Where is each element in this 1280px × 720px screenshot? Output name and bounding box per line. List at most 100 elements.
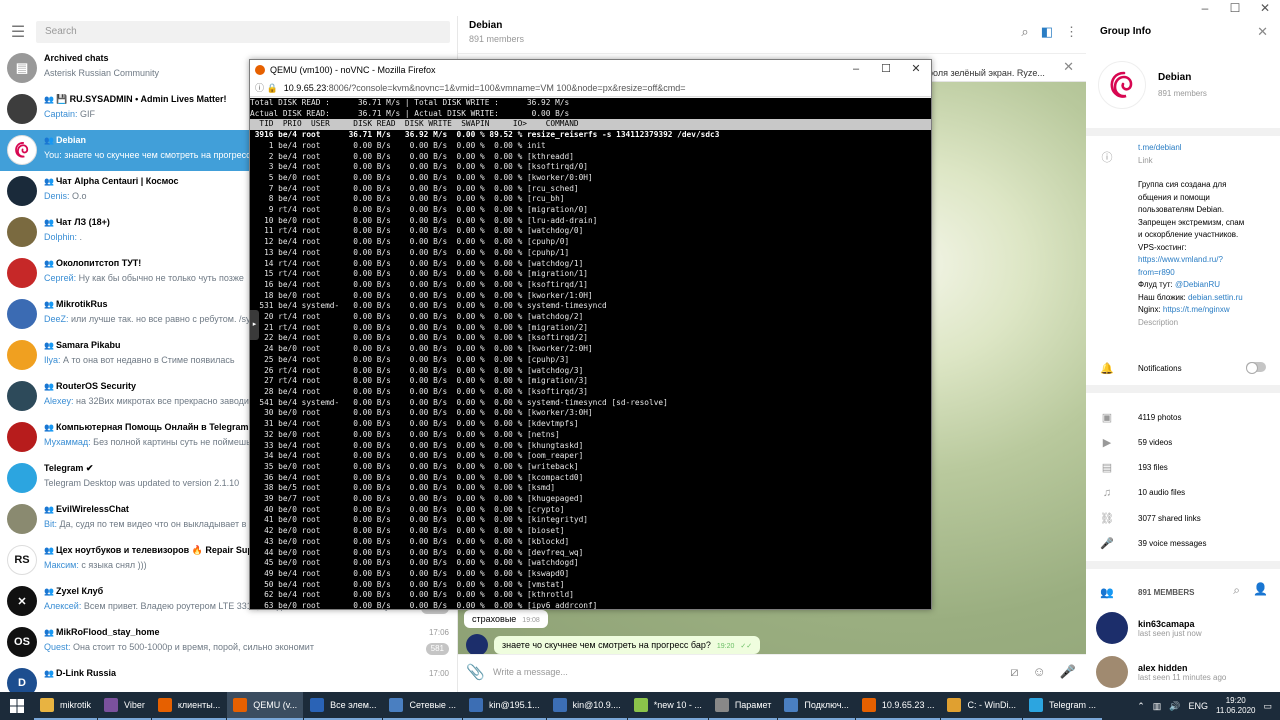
taskbar-item-label: C: - WinDi... xyxy=(967,700,1016,710)
chat-list-item[interactable]: OS 👥 MikRoFlood_stay_home Quest: Она стоит … xyxy=(0,622,457,663)
novnc-console[interactable]: Total DISK READ : 36.71 M/s | Total DISK… xyxy=(250,98,931,609)
avatar[interactable] xyxy=(7,504,37,534)
search-input[interactable]: Search xyxy=(36,21,450,43)
windows-start-icon[interactable] xyxy=(0,692,34,720)
site-info-icon[interactable]: ⓘ 🔒 xyxy=(255,81,278,94)
taskbar-item[interactable]: mikrotik xyxy=(34,692,97,720)
close-icon[interactable]: ✕ xyxy=(1257,24,1268,40)
microphone-icon[interactable]: 🎤 xyxy=(1060,664,1076,680)
taskbar-item[interactable]: Сетевые ... xyxy=(383,692,462,720)
language-indicator[interactable]: ENG xyxy=(1189,701,1209,711)
avatar[interactable] xyxy=(1096,612,1128,644)
clock-time: 19:20 xyxy=(1225,696,1246,705)
taskbar-item[interactable]: Парамет xyxy=(708,692,778,720)
chat-preview-sender: Максим: xyxy=(44,560,79,570)
taskbar-item[interactable]: Все элем... xyxy=(304,692,383,720)
search-icon[interactable]: ⌕ xyxy=(1233,583,1240,598)
blog-link[interactable]: debian.settin.ru xyxy=(1188,293,1243,302)
media-row[interactable]: 🎤 39 voice messages xyxy=(1100,537,1206,550)
taskbar-item[interactable]: 10.9.65.23 ... xyxy=(855,692,941,720)
group-link[interactable]: t.me/debianl xyxy=(1138,142,1268,155)
nginx-link[interactable]: https://t.me/nginxw xyxy=(1163,305,1230,314)
novnc-control-handle[interactable]: ▸ xyxy=(250,310,259,340)
firefox-titlebar[interactable]: QEMU (vm100) - noVNC - Mozilla Firefox –… xyxy=(250,60,931,79)
media-row[interactable]: ▣ 4119 photos xyxy=(1100,411,1182,424)
vps-link[interactable]: https://www.vmland.ru/?from=r890 xyxy=(1138,254,1238,279)
commands-icon[interactable]: ⧄ xyxy=(1010,664,1018,680)
iotop-process-row: 45 be/0 root 0.00 B/s 0.00 B/s 0.00 % 0.… xyxy=(250,558,579,568)
member-row[interactable]: kin63camapa last seen just now xyxy=(1096,612,1202,644)
taskbar-item[interactable]: C: - WinDi... xyxy=(941,692,1022,720)
flood-link[interactable]: @DebianRU xyxy=(1175,280,1220,289)
tray-chevron-icon[interactable]: ⌃ xyxy=(1137,701,1145,712)
volume-icon[interactable]: 🔊 xyxy=(1169,701,1180,712)
maximize-icon[interactable]: ☐ xyxy=(871,60,901,78)
notifications-toggle[interactable] xyxy=(1246,362,1266,374)
avatar[interactable]: RS xyxy=(7,545,37,575)
media-row[interactable]: ▶ 59 videos xyxy=(1100,436,1172,449)
pinned-message-text[interactable]: роля зелёный экран. Ryze... xyxy=(928,68,1048,78)
avatar[interactable] xyxy=(1096,656,1128,688)
avatar[interactable] xyxy=(1098,61,1146,109)
hamburger-menu-icon[interactable]: ☰ xyxy=(0,22,36,42)
add-member-icon[interactable]: 👤 xyxy=(1253,582,1268,596)
taskbar-item[interactable]: *new 10 - ... xyxy=(627,692,708,720)
avatar[interactable] xyxy=(7,340,37,370)
attach-icon[interactable]: 📎 xyxy=(466,663,485,681)
avatar[interactable] xyxy=(7,135,37,165)
chat-preview-text: Без полной картины суть не поймешь xyxy=(93,437,251,447)
media-row[interactable]: ▤ 193 files xyxy=(1100,461,1168,474)
message-input[interactable]: Write a message... xyxy=(493,667,568,677)
taskbar-item-label: Подключ... xyxy=(804,700,849,710)
taskbar-item[interactable]: kin@195.1... xyxy=(462,692,546,720)
avatar[interactable] xyxy=(7,94,37,124)
group-icon: 👥 xyxy=(44,505,54,514)
taskbar-item[interactable]: QEMU (v... xyxy=(227,692,304,720)
more-icon[interactable]: ⋮ xyxy=(1065,24,1078,40)
notifications-icon[interactable]: ▭ xyxy=(1263,701,1272,712)
taskbar-item[interactable]: kin@10.9.... xyxy=(546,692,627,720)
url-bar[interactable]: ⓘ 🔒 10.9.65.23:8006/?console=kvm&novnc=1… xyxy=(250,79,931,97)
search-icon[interactable]: ⌕ xyxy=(1021,24,1028,40)
sidebar-toggle-icon[interactable]: ◧ xyxy=(1041,24,1053,40)
avatar[interactable] xyxy=(7,381,37,411)
notifications-row[interactable]: 🔔 Notifications xyxy=(1100,362,1181,375)
avatar[interactable] xyxy=(466,634,488,656)
avatar[interactable]: ✕ xyxy=(7,586,37,616)
close-icon[interactable]: ✕ xyxy=(1063,59,1074,75)
network-icon[interactable]: ▥ xyxy=(1153,701,1162,712)
avatar[interactable] xyxy=(7,258,37,288)
message-bubble[interactable]: страховые 19:08 xyxy=(464,610,548,628)
chat-preview: Quest: Она стоит то 500-1000р и время, п… xyxy=(44,640,449,654)
taskbar-item[interactable]: Telegram ... xyxy=(1022,692,1102,720)
emoji-icon[interactable]: ☺ xyxy=(1033,664,1046,680)
taskbar-item[interactable]: Подключ... xyxy=(778,692,855,720)
chat-item-body: 👥 MikRoFlood_stay_home Quest: Она стоит то… xyxy=(44,622,457,663)
avatar[interactable] xyxy=(7,299,37,329)
chat-title[interactable]: Debian xyxy=(469,20,502,31)
avatar[interactable]: OS xyxy=(7,627,37,657)
chat-list-item[interactable]: D 👥 D-Link Russia 17:00 xyxy=(0,663,457,692)
maximize-icon[interactable]: ☐ xyxy=(1220,0,1250,16)
chat-time: 17:00 xyxy=(428,669,449,678)
taskbar-item[interactable]: клиенты... xyxy=(151,692,227,720)
clock[interactable]: 19:20 11.06.2020 xyxy=(1216,696,1255,716)
taskbar-item[interactable]: Viber xyxy=(98,692,151,720)
avatar-initials: OS xyxy=(14,636,30,648)
avatar[interactable] xyxy=(7,463,37,493)
avatar[interactable]: ▤ xyxy=(7,53,37,83)
close-icon[interactable]: ✕ xyxy=(1250,0,1280,16)
message-bubble-outgoing[interactable]: знаете чо скучнее чем смотреть на прогре… xyxy=(494,636,761,654)
avatar[interactable] xyxy=(7,176,37,206)
close-icon[interactable]: ✕ xyxy=(901,60,931,78)
member-row[interactable]: alex hidden last seen 11 minutes ago xyxy=(1096,656,1226,688)
iotop-process-row: 25 be/4 root 0.00 B/s 0.00 B/s 0.00 % 0.… xyxy=(250,354,570,364)
media-row[interactable]: ⛓ 3077 shared links xyxy=(1100,512,1201,525)
avatar[interactable] xyxy=(7,422,37,452)
avatar[interactable]: D xyxy=(7,668,37,692)
avatar[interactable] xyxy=(7,217,37,247)
minimize-icon[interactable]: – xyxy=(841,60,871,78)
iotop-process-row: 5 be/0 root 0.00 B/s 0.00 B/s 0.00 % 0.0… xyxy=(250,172,593,182)
media-row[interactable]: ♫ 10 audio files xyxy=(1100,487,1185,499)
minimize-icon[interactable]: – xyxy=(1190,0,1220,16)
